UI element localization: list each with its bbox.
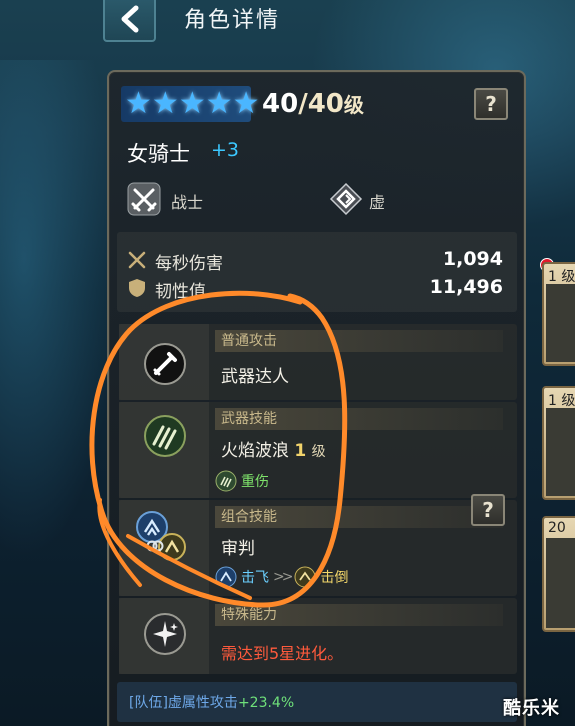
team-bonus-label: [队伍]虚属性攻击: [129, 695, 238, 711]
star-icon: ★: [205, 86, 233, 121]
chevron-double-right-icon: >>: [273, 569, 294, 585]
skill-name-row: 火焰波浪 1 级: [221, 436, 326, 461]
level-max: 40: [307, 89, 344, 119]
skill-name: 火焰波浪: [221, 441, 289, 461]
star-rating: ★ ★ ★ ★ ★: [121, 86, 260, 122]
evolution-requirement: 需达到5星进化。: [221, 644, 344, 663]
void-attribute-icon: [329, 182, 363, 216]
combo-help-button[interactable]: ?: [471, 494, 505, 526]
page-title: 角色详情: [184, 8, 281, 33]
side-card-label: 20: [548, 520, 566, 536]
crossed-swords-icon: [128, 251, 146, 269]
side-card[interactable]: 20: [542, 516, 575, 632]
knock-up-icon: [215, 566, 237, 588]
back-button[interactable]: [103, 0, 156, 42]
effect-tag: 重伤: [215, 470, 269, 492]
stat-label-toughness: 韧性值: [155, 282, 206, 302]
star-icon: ★: [151, 86, 179, 121]
help-button[interactable]: ?: [474, 88, 508, 120]
skill-category: 特殊能力: [215, 604, 503, 626]
shield-icon: [129, 279, 145, 297]
combo-chain: 击飞 >> 击倒: [215, 566, 348, 588]
side-card[interactable]: 1 级: [542, 386, 575, 500]
crossed-swords-icon: [127, 182, 161, 216]
background-glow-left: [0, 60, 120, 560]
stat-value-dps: 1,094: [442, 248, 503, 270]
combo-tag-b: 击倒: [320, 570, 349, 586]
level-unit: 级: [343, 93, 364, 117]
flame-wave-icon: [144, 415, 186, 457]
stat-value-toughness: 11,496: [429, 276, 503, 298]
combo-tag-a: 击飞: [241, 570, 269, 586]
side-card-portrait: [546, 408, 575, 496]
stats-box: 每秒伤害 1,094 韧性值 11,496: [117, 232, 517, 312]
team-bonus-row: [队伍]虚属性攻击+23.4%: [117, 682, 517, 722]
side-card-portrait: [546, 538, 575, 628]
side-card-portrait: [546, 284, 575, 362]
knock-down-icon: [294, 566, 316, 588]
skill-name: 审判: [221, 539, 255, 559]
star-icon: ★: [232, 86, 260, 121]
side-card-label: 1 级: [548, 269, 575, 285]
team-bonus-value: +23.4%: [237, 695, 295, 711]
sword-icon: [144, 343, 186, 385]
hero-name: 女骑士: [127, 142, 190, 166]
stat-label-dps: 每秒伤害: [155, 254, 223, 274]
hero-enhance-level: +3: [211, 139, 240, 161]
side-card[interactable]: 1 级: [542, 262, 575, 366]
side-card-label: 1 级: [548, 393, 575, 409]
level-current: 40: [262, 89, 299, 119]
attribute-label: 虚: [369, 193, 386, 212]
skill-row-weapon-skill[interactable]: 武器技能 火焰波浪 1 级 重伤: [119, 402, 517, 498]
heavy-wound-icon: [215, 470, 237, 492]
hero-level: 40/40级: [262, 89, 364, 119]
skill-category: 普通攻击: [215, 330, 503, 352]
skill-category: 武器技能: [215, 408, 503, 430]
effect-tag-label: 重伤: [241, 474, 269, 490]
skill-category: 组合技能: [215, 506, 503, 528]
skill-row-combo-skill[interactable]: 组合技能 ? 审判 击飞 >> 击倒: [119, 494, 517, 596]
chain-link-icon: [146, 540, 164, 552]
skill-row-special-ability[interactable]: 特殊能力 需达到5星进化。: [119, 598, 517, 674]
chevron-left-icon: [121, 5, 138, 33]
watermark: 酷乐米: [503, 698, 560, 719]
skill-level-unit: 级: [311, 444, 326, 460]
skill-name: 武器达人: [221, 367, 289, 387]
class-label: 战士: [171, 193, 204, 212]
skill-level: 1: [294, 441, 307, 461]
sparkle-icon: [144, 613, 186, 655]
star-icon: ★: [125, 86, 152, 121]
level-separator: /: [298, 89, 308, 119]
hero-detail-panel: ★ ★ ★ ★ ★ 40/40级 ? 女骑士 +3 战士 虚 每秒伤害 1,09…: [107, 70, 526, 726]
star-icon: ★: [178, 86, 206, 121]
skill-row-normal-attack[interactable]: 普通攻击 武器达人: [119, 324, 517, 400]
